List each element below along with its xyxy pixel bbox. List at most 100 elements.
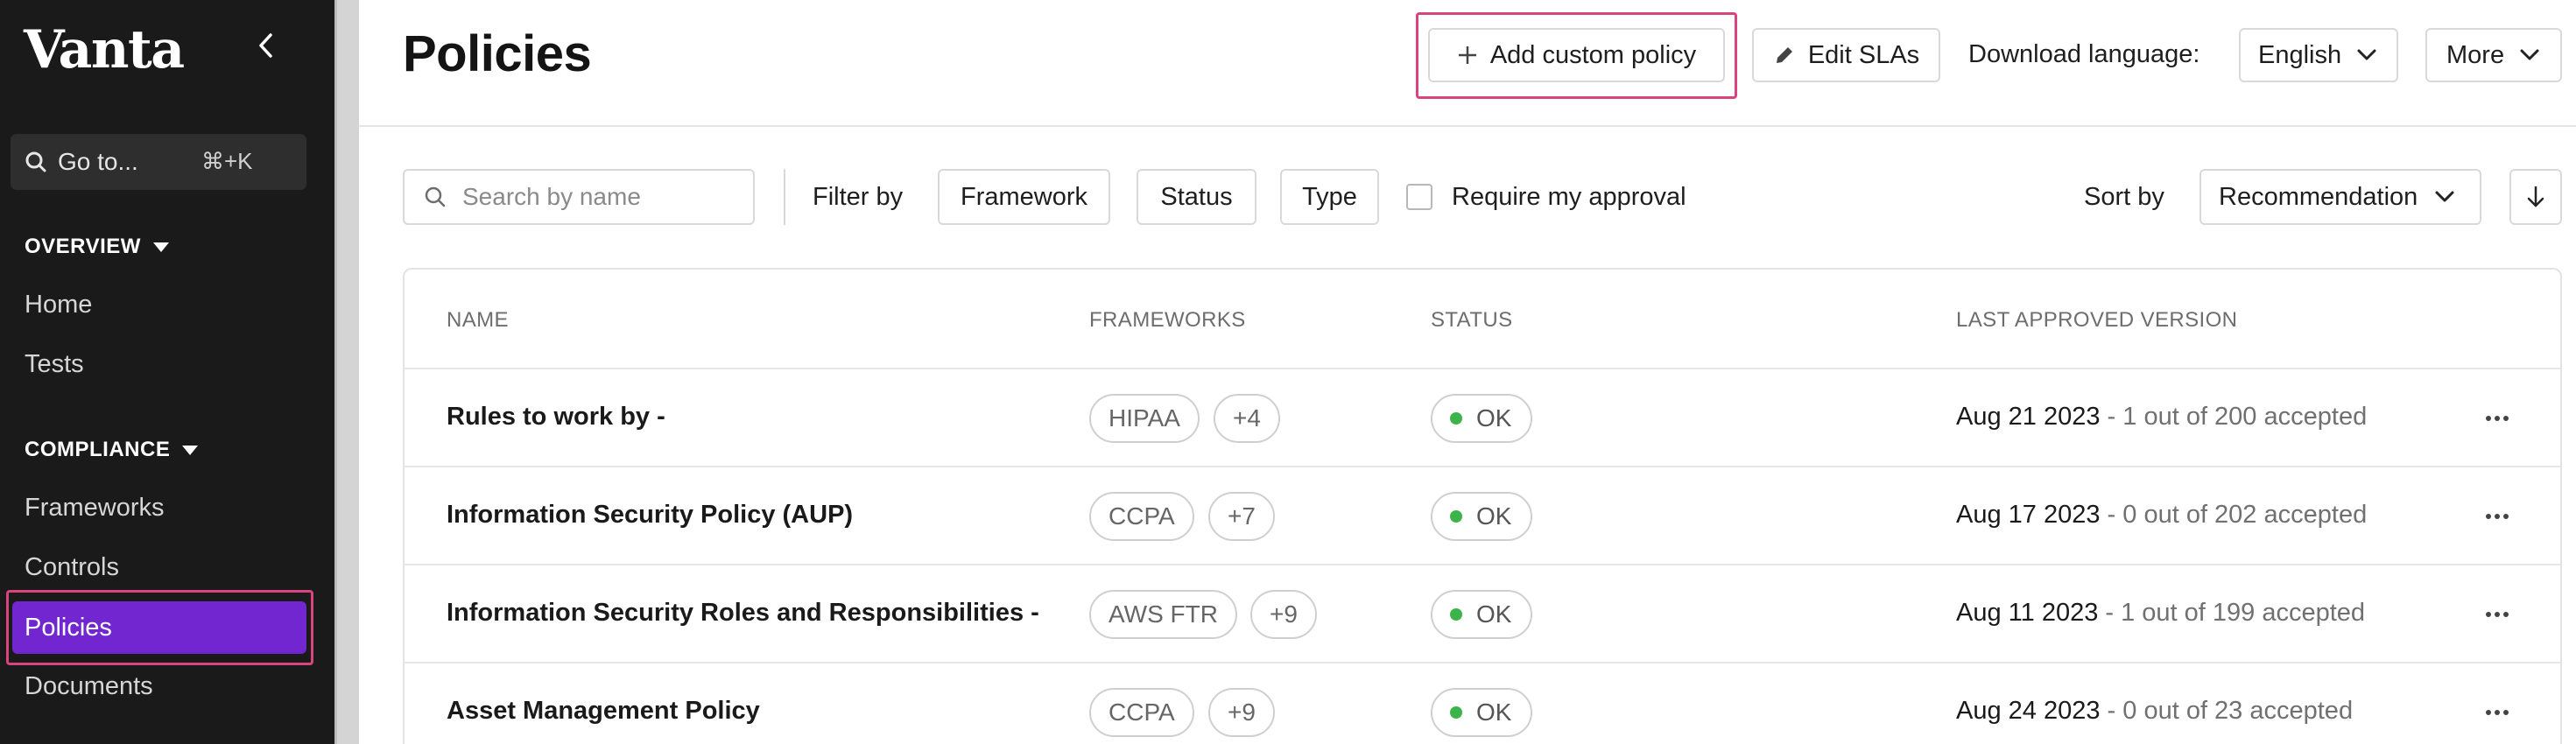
header-divider <box>359 125 2576 127</box>
table-row[interactable]: Information Security Roles and Responsib… <box>405 564 2560 662</box>
section-compliance-label: COMPLIANCE <box>25 438 171 461</box>
framework-badge: HIPAA <box>1089 394 1200 443</box>
download-language-label: Download language: <box>1968 40 2200 68</box>
more-menu-button[interactable]: More <box>2425 28 2562 82</box>
status-badge: OK <box>1431 688 1532 737</box>
last-approved-version: Aug 21 2023 - 1 out of 200 accepted <box>1956 403 2367 432</box>
arrow-down-icon <box>2527 186 2544 207</box>
section-overview-label: OVERVIEW <box>25 235 141 258</box>
add-custom-policy-label: Add custom policy <box>1489 40 1697 69</box>
approved-date: Aug 17 2023 <box>1956 501 2101 529</box>
table-row[interactable]: Rules to work by - HIPAA +4 OK Aug 21 20… <box>405 368 2560 466</box>
status-dot-icon <box>1450 510 1462 523</box>
require-approval-label: Require my approval <box>1452 183 1686 211</box>
status-text: OK <box>1476 404 1512 432</box>
policy-name[interactable]: Asset Management Policy <box>447 697 760 726</box>
sort-direction-button[interactable] <box>2509 169 2562 225</box>
more-horizontal-icon <box>2486 416 2509 421</box>
status-text: OK <box>1476 502 1512 530</box>
search-icon <box>25 151 46 172</box>
status-text: OK <box>1476 600 1512 628</box>
approved-detail: - 1 out of 200 accepted <box>2100 403 2368 431</box>
edit-slas-button[interactable]: Edit SLAs <box>1752 28 1940 82</box>
section-compliance[interactable]: COMPLIANCE <box>25 438 199 462</box>
column-header-last-approved[interactable]: LAST APPROVED VERSION <box>1956 308 2237 333</box>
filter-framework-button[interactable]: Framework <box>938 169 1110 225</box>
sidebar-item-controls[interactable]: Controls <box>25 553 119 582</box>
filter-by-label: Filter by <box>813 183 904 211</box>
approved-date: Aug 11 2023 <box>1956 599 2099 627</box>
caret-down-icon <box>182 445 199 455</box>
row-actions-button[interactable] <box>2478 597 2516 632</box>
column-header-name[interactable]: NAME <box>447 308 509 333</box>
policy-name[interactable]: Information Security Policy (AUP) <box>447 501 853 530</box>
framework-more-badge[interactable]: +9 <box>1208 688 1275 737</box>
add-custom-policy-button[interactable]: Add custom policy <box>1428 28 1725 82</box>
column-header-status[interactable]: STATUS <box>1431 308 1513 333</box>
sidebar: Vanta Go to... ⌘+K OVERVIEW Home Tests C… <box>0 0 334 744</box>
chevron-left-icon <box>259 33 272 58</box>
last-approved-version: Aug 24 2023 - 0 out of 23 accepted <box>1956 697 2353 726</box>
more-horizontal-icon <box>2486 612 2509 617</box>
last-approved-version: Aug 17 2023 - 0 out of 202 accepted <box>1956 501 2367 530</box>
goto-search-button[interactable]: Go to... ⌘+K <box>11 134 306 190</box>
row-actions-button[interactable] <box>2478 499 2516 534</box>
framework-more-badge[interactable]: +7 <box>1208 492 1275 541</box>
framework-badge: CCPA <box>1089 688 1194 737</box>
collapse-sidebar-button[interactable] <box>249 26 284 65</box>
more-horizontal-icon <box>2486 710 2509 715</box>
sidebar-item-documents[interactable]: Documents <box>25 672 153 701</box>
status-badge: OK <box>1431 492 1532 541</box>
sort-value: Recommendation <box>2219 182 2418 211</box>
filter-type-button[interactable]: Type <box>1280 169 1379 225</box>
last-approved-version: Aug 11 2023 - 1 out of 199 accepted <box>1956 599 2365 628</box>
goto-shortcut: ⌘+K <box>201 148 253 174</box>
status-badge: OK <box>1431 590 1532 639</box>
edit-slas-label: Edit SLAs <box>1807 40 1920 69</box>
pencil-icon <box>1776 47 1792 63</box>
chevron-down-icon <box>2435 191 2454 202</box>
row-actions-button[interactable] <box>2478 695 2516 730</box>
row-actions-button[interactable] <box>2478 401 2516 436</box>
status-badge: OK <box>1431 394 1532 443</box>
table-row[interactable]: Asset Management Policy CCPA +9 OK Aug 2… <box>405 662 2560 744</box>
table-row[interactable]: Information Security Policy (AUP) CCPA +… <box>405 466 2560 564</box>
policy-name[interactable]: Information Security Roles and Responsib… <box>447 599 1039 628</box>
approved-date: Aug 24 2023 <box>1956 697 2101 725</box>
framework-more-badge[interactable]: +9 <box>1250 590 1317 639</box>
more-label: More <box>2446 40 2505 69</box>
framework-badge: CCPA <box>1089 492 1194 541</box>
approved-detail: - 1 out of 199 accepted <box>2098 599 2366 627</box>
policies-table: NAME FRAMEWORKS STATUS LAST APPROVED VER… <box>403 268 2562 744</box>
status-dot-icon <box>1450 412 1462 425</box>
section-overview[interactable]: OVERVIEW <box>25 235 169 259</box>
search-box[interactable] <box>403 169 755 225</box>
sidebar-item-policies-label: Policies <box>25 613 112 642</box>
framework-more-badge[interactable]: +4 <box>1214 394 1280 443</box>
sidebar-item-policies[interactable]: Policies <box>12 601 306 654</box>
language-value: English <box>2258 40 2342 69</box>
filter-status-button[interactable]: Status <box>1137 169 1256 225</box>
policy-name[interactable]: Rules to work by - <box>447 403 665 432</box>
sidebar-item-frameworks[interactable]: Frameworks <box>25 494 165 523</box>
sort-select[interactable]: Recommendation <box>2199 169 2481 225</box>
plus-icon <box>1458 46 1476 64</box>
sidebar-item-home[interactable]: Home <box>25 291 92 319</box>
search-input[interactable] <box>462 183 743 211</box>
approved-date: Aug 21 2023 <box>1956 403 2101 431</box>
status-text: OK <box>1476 698 1512 726</box>
approved-detail: - 0 out of 202 accepted <box>2100 501 2368 529</box>
goto-label: Go to... <box>58 148 138 175</box>
approved-detail: - 0 out of 23 accepted <box>2100 697 2354 725</box>
page-title: Policies <box>403 25 592 82</box>
status-dot-icon <box>1450 706 1462 719</box>
sidebar-item-tests[interactable]: Tests <box>25 350 84 379</box>
language-select[interactable]: English <box>2239 28 2398 82</box>
more-horizontal-icon <box>2486 514 2509 519</box>
sidebar-resize-handle[interactable] <box>334 0 359 744</box>
caret-down-icon <box>152 242 169 252</box>
framework-badge: AWS FTR <box>1089 590 1237 639</box>
require-approval-checkbox[interactable] <box>1406 184 1432 210</box>
column-header-frameworks[interactable]: FRAMEWORKS <box>1089 308 1246 333</box>
vanta-logo[interactable]: Vanta <box>24 19 185 81</box>
